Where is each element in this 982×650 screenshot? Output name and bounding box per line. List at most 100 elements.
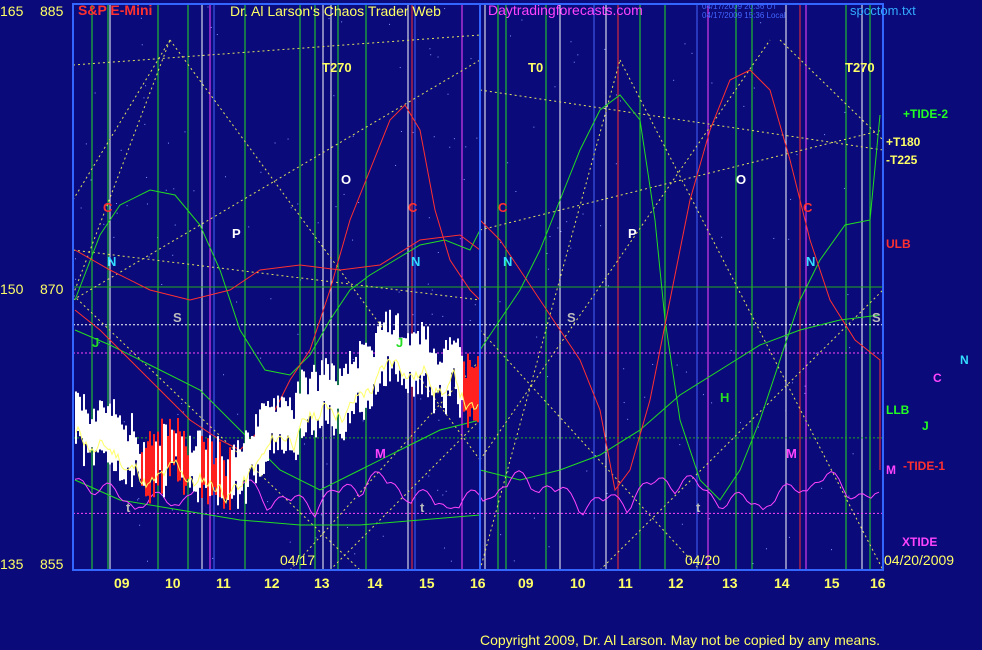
star-dot: [260, 357, 262, 359]
scale-left-bottom: 135: [0, 556, 24, 572]
right-label: J: [922, 419, 929, 433]
annotation-label: C: [408, 200, 418, 215]
annotation-label: J: [92, 335, 99, 350]
x-tick-label: 14: [774, 575, 790, 591]
star-dot: [212, 557, 214, 559]
star-dot: [184, 131, 186, 133]
chaos-trader-chart: 165 885 S&P E-Mini Dr. Al Larson's Chaos…: [0, 0, 982, 650]
star-dot: [141, 44, 143, 46]
star-dot: [146, 176, 148, 178]
star-dot: [600, 225, 602, 227]
star-dot: [182, 411, 184, 413]
x-tick-label: 13: [314, 575, 330, 591]
star-dot: [843, 187, 845, 189]
star-dot: [685, 371, 687, 373]
star-dot: [123, 421, 125, 423]
star-dot: [274, 142, 276, 144]
star-dot: [181, 403, 183, 405]
x-tick-label: 14: [367, 575, 383, 591]
star-dot: [852, 453, 854, 455]
annotation-label: S: [567, 310, 576, 325]
star-dot: [237, 413, 239, 415]
star-dot: [144, 123, 146, 125]
star-dot: [450, 560, 452, 562]
star-dot: [702, 394, 704, 396]
star-dot: [412, 131, 414, 133]
right-label: +T180: [886, 135, 921, 149]
site-title: Dr. Al Larson's Chaos Trader Web: [230, 3, 441, 19]
star-dot: [453, 138, 455, 140]
star-dot: [752, 563, 754, 565]
star-dot: [790, 198, 792, 200]
x-tick-label: 11: [618, 575, 633, 591]
star-dot: [333, 95, 335, 97]
date-label-2: 04/20: [685, 552, 720, 568]
star-dot: [335, 206, 337, 208]
star-dot: [573, 61, 575, 63]
star-dot: [447, 93, 449, 95]
star-dot: [75, 278, 77, 280]
star-dot: [399, 67, 401, 69]
star-dot: [161, 283, 163, 285]
star-dot: [533, 126, 535, 128]
annotation-label: H: [720, 390, 729, 405]
star-dot: [362, 420, 364, 422]
star-dot: [547, 268, 549, 270]
price-top: 885: [40, 3, 64, 19]
star-dot: [474, 304, 476, 306]
star-dot: [352, 239, 354, 241]
star-dot: [623, 368, 625, 370]
star-dot: [773, 237, 775, 239]
star-dot: [297, 203, 299, 205]
x-tick-label: 09: [114, 575, 130, 591]
star-dot: [463, 178, 465, 180]
star-dot: [173, 188, 175, 190]
star-dot: [137, 499, 139, 501]
star-dot: [691, 52, 693, 54]
star-dot: [740, 422, 742, 424]
star-dot: [711, 402, 713, 404]
star-dot: [711, 82, 713, 84]
star-dot: [148, 256, 150, 258]
right-label: +TIDE-2: [903, 107, 948, 121]
right-label: N: [960, 353, 969, 367]
star-dot: [788, 238, 790, 240]
star-dot: [297, 333, 299, 335]
star-dot: [90, 179, 92, 181]
star-dot: [847, 294, 849, 296]
annotation-label: J: [396, 335, 403, 350]
star-dot: [412, 314, 414, 316]
annotation-label: C: [803, 200, 813, 215]
star-dot: [615, 163, 617, 165]
star-dot: [113, 236, 115, 238]
annotation-label: t: [126, 500, 131, 515]
annotation-label: T0: [528, 60, 543, 75]
star-dot: [500, 534, 502, 536]
price-bottom: 855: [40, 556, 64, 572]
star-dot: [547, 376, 549, 378]
star-dot: [554, 86, 556, 88]
star-dot: [248, 226, 250, 228]
star-dot: [821, 487, 823, 489]
star-dot: [139, 524, 141, 526]
star-dot: [619, 100, 621, 102]
star-dot: [216, 34, 218, 36]
timestamp-local: 04/17/2009 15:36 Local: [702, 11, 786, 20]
right-label: -TIDE-1: [903, 459, 945, 473]
star-dot: [507, 471, 509, 473]
annotation-label: T270: [322, 60, 352, 75]
star-dot: [400, 131, 402, 133]
annotation-label: T270: [845, 60, 875, 75]
star-dot: [765, 548, 767, 550]
star-dot: [445, 490, 447, 492]
star-dot: [465, 146, 467, 148]
star-dot: [75, 258, 77, 260]
scale-left-mid: 150: [0, 281, 24, 297]
site-url: Daytradingforecasts.com: [488, 2, 643, 18]
star-dot: [260, 171, 262, 173]
annotation-label: N: [411, 254, 420, 269]
star-dot: [507, 162, 509, 164]
star-dot: [848, 495, 850, 497]
star-dot: [570, 41, 572, 43]
star-dot: [788, 536, 790, 538]
